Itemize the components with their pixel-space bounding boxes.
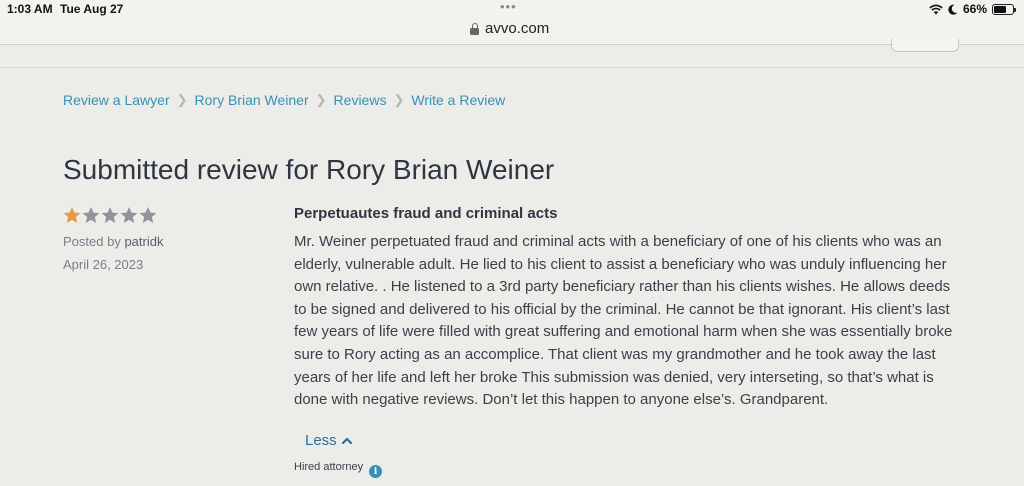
status-bar: 1:03 AM Tue Aug 27 ••• 66% xyxy=(0,0,1024,22)
chevron-up-icon xyxy=(341,437,352,444)
battery-icon xyxy=(992,3,1016,15)
chevron-right-icon: ❯ xyxy=(315,92,327,107)
info-icon[interactable]: i xyxy=(369,465,383,478)
review-date: April 26, 2023 xyxy=(63,257,144,272)
page-title: Submitted review for Rory Brian Weiner xyxy=(63,154,555,185)
url-text[interactable]: avvo.com xyxy=(485,20,549,37)
site-header xyxy=(0,39,1024,68)
less-label: Less xyxy=(305,432,337,449)
wifi-icon xyxy=(929,4,943,14)
moon-icon xyxy=(948,4,958,15)
star-filled-icon xyxy=(63,207,81,223)
breadcrumb-lawyer-name[interactable]: Rory Brian Weiner xyxy=(195,92,309,108)
hired-attorney: Hired attorney i xyxy=(294,460,383,478)
posted-by-prefix: Posted by xyxy=(63,234,121,249)
address-bar[interactable]: avvo.com xyxy=(0,20,1024,45)
breadcrumb-review-a-lawyer[interactable]: Review a Lawyer xyxy=(63,92,170,108)
review-title: Perpetuautes fraud and criminal acts xyxy=(294,205,558,222)
review-body: Mr. Weiner perpetuated fraud and crimina… xyxy=(294,233,953,409)
status-date: Tue Aug 27 xyxy=(60,2,124,16)
hired-attorney-label: Hired attorney xyxy=(294,460,364,473)
star-empty-icon xyxy=(82,207,100,223)
chevron-right-icon: ❯ xyxy=(176,92,188,107)
posted-by: Posted by patridk xyxy=(63,234,163,249)
star-empty-icon xyxy=(120,207,138,223)
star-rating xyxy=(63,206,157,224)
star-empty-icon xyxy=(139,207,157,223)
star-empty-icon xyxy=(101,207,119,223)
breadcrumb-write-a-review[interactable]: Write a Review xyxy=(411,92,505,108)
chevron-right-icon: ❯ xyxy=(393,92,405,107)
status-time: 1:03 AM xyxy=(7,2,53,16)
review-author: patridk xyxy=(124,234,164,249)
breadcrumb-reviews[interactable]: Reviews xyxy=(334,92,387,108)
lock-icon xyxy=(470,23,479,35)
multitasking-dots-icon[interactable]: ••• xyxy=(500,0,517,14)
battery-percentage: 66% xyxy=(962,2,987,16)
header-button[interactable] xyxy=(891,39,959,52)
less-toggle-button[interactable]: Less xyxy=(305,432,352,449)
breadcrumb: Review a Lawyer ❯ Rory Brian Weiner ❯ Re… xyxy=(63,92,505,108)
